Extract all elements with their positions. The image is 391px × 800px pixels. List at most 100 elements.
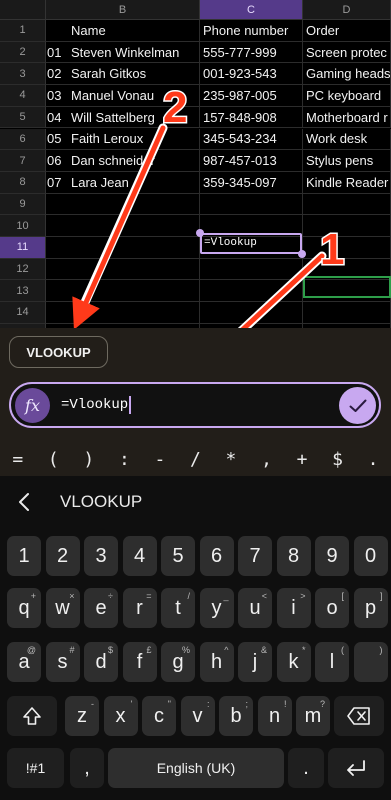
empty-cell[interactable] [200,193,303,216]
key-blank[interactable]: ) [353,642,388,682]
period-key[interactable]: . [288,748,324,788]
key-4[interactable]: 4 [122,536,157,576]
spreadsheet-grid[interactable]: B C D 123456789101112131415 Name Phone n… [0,0,391,328]
cell-b1[interactable]: Name [46,20,200,42]
active-cell-c11[interactable]: =Vlookup [200,233,302,254]
key-p[interactable]: p] [353,588,388,628]
key-w[interactable]: w × [45,588,80,628]
key-5[interactable]: 5 [161,536,195,576]
empty-cell[interactable] [46,237,200,259]
empty-cell[interactable] [46,280,200,303]
row-header-13[interactable]: 13 [0,280,46,303]
key-s[interactable]: s # [45,642,80,682]
function-suggestion-chip[interactable]: VLOOKUP [9,336,108,368]
symbol-key[interactable]: - [146,449,174,470]
cell-c1[interactable]: Phone number [200,20,303,42]
cell-phone[interactable]: 235-987-005 [200,85,303,107]
key-v[interactable]: v: [180,696,215,736]
symbol-key[interactable]: , [252,449,280,470]
key-6[interactable]: 6 [199,536,234,576]
empty-cell[interactable] [46,302,200,324]
row-header-1[interactable]: 1 [0,20,46,42]
enter-key[interactable] [328,748,384,788]
key-1[interactable]: 1 [7,536,41,576]
space-key[interactable]: English (UK) [108,748,284,788]
keyboard-suggestion-word[interactable]: VLOOKUP [60,476,142,528]
key-h[interactable]: h ^ [199,642,234,682]
cell-order[interactable]: Kindle Reader [303,171,391,194]
formula-input[interactable]: =Vlookup [61,384,132,426]
row-header-7[interactable]: 7 [0,150,46,172]
column-header-d[interactable]: D [303,0,391,20]
symbol-key[interactable]: * [217,449,245,470]
key-d[interactable]: d $ [84,642,118,682]
row-header-14[interactable]: 14 [0,302,46,324]
symbols-key[interactable]: !#1 [7,748,64,788]
cell-id[interactable]: 01 [46,42,68,64]
empty-cell[interactable] [303,302,391,324]
key-8[interactable]: 8 [276,536,311,576]
key-z[interactable]: z- [65,696,99,736]
symbol-key[interactable]: + [288,449,316,470]
row-header-10[interactable]: 10 [0,215,46,237]
empty-cell[interactable] [303,215,391,237]
symbol-key[interactable]: : [110,449,138,470]
cell-phone[interactable]: 157-848-908 [200,106,303,129]
key-r[interactable]: r = [122,588,157,628]
cell-order[interactable]: Gaming heads [303,63,391,86]
cell-order[interactable]: Stylus pens [303,150,391,172]
cell-phone[interactable]: 987-457-013 [200,150,303,172]
cell-order[interactable]: Screen protec [303,41,391,64]
row-header-4[interactable]: 4 [0,85,46,107]
key-3[interactable]: 3 [84,536,118,576]
confirm-check-button[interactable] [339,387,376,424]
symbol-key[interactable]: . [359,449,387,470]
symbol-key[interactable]: / [181,449,209,470]
empty-cell[interactable] [303,237,391,259]
select-all-corner[interactable] [0,0,46,20]
key-b[interactable]: b; [219,696,253,736]
key-0[interactable]: 0 [353,536,388,576]
empty-cell[interactable] [46,193,200,216]
symbol-key[interactable]: = [4,449,32,470]
selection-handle-top-left[interactable] [196,229,204,237]
key-2[interactable]: 2 [45,536,80,576]
shift-key[interactable] [7,696,57,736]
key-m[interactable]: m? [296,696,330,736]
row-header-2[interactable]: 2 [0,41,46,64]
key-7[interactable]: 7 [238,536,272,576]
backspace-key[interactable] [334,696,384,736]
cell-name[interactable]: Dan schneider [68,150,200,172]
fx-icon[interactable]: fx [15,388,50,423]
cell-id[interactable]: 04 [46,107,68,129]
highlighted-cell-d13[interactable] [303,276,391,298]
key-c[interactable]: c " [142,696,176,736]
key-u[interactable]: u < [238,588,272,628]
empty-cell[interactable] [46,258,200,281]
key-n[interactable]: n! [257,696,292,736]
key-9[interactable]: 9 [315,536,349,576]
key-q[interactable]: q + [7,588,41,628]
key-l[interactable]: l( [315,642,349,682]
key-a[interactable]: a @ [7,642,41,682]
key-o[interactable]: o[ [315,588,349,628]
symbol-key[interactable]: ( [39,449,67,470]
key-x[interactable]: x ' [103,696,138,736]
cell-id[interactable]: 03 [46,85,68,107]
row-header-11[interactable]: 11 [0,237,46,259]
row-header-12[interactable]: 12 [0,258,46,281]
key-k[interactable]: k * [276,642,311,682]
key-t[interactable]: t / [161,588,195,628]
key-e[interactable]: e ÷ [84,588,118,628]
cell-name[interactable]: Lara Jean [68,171,200,194]
key-g[interactable]: g% [161,642,195,682]
empty-cell[interactable] [200,280,303,303]
cell-name[interactable]: Sarah Gitkos [68,63,200,86]
key-i[interactable]: i > [276,588,311,628]
row-header-9[interactable]: 9 [0,193,46,216]
key-j[interactable]: j & [238,642,272,682]
column-header-b[interactable]: B [46,0,200,20]
selection-handle-bottom-right[interactable] [298,250,306,258]
cell-id[interactable]: 07 [46,172,68,194]
symbol-key[interactable]: $ [324,449,352,470]
